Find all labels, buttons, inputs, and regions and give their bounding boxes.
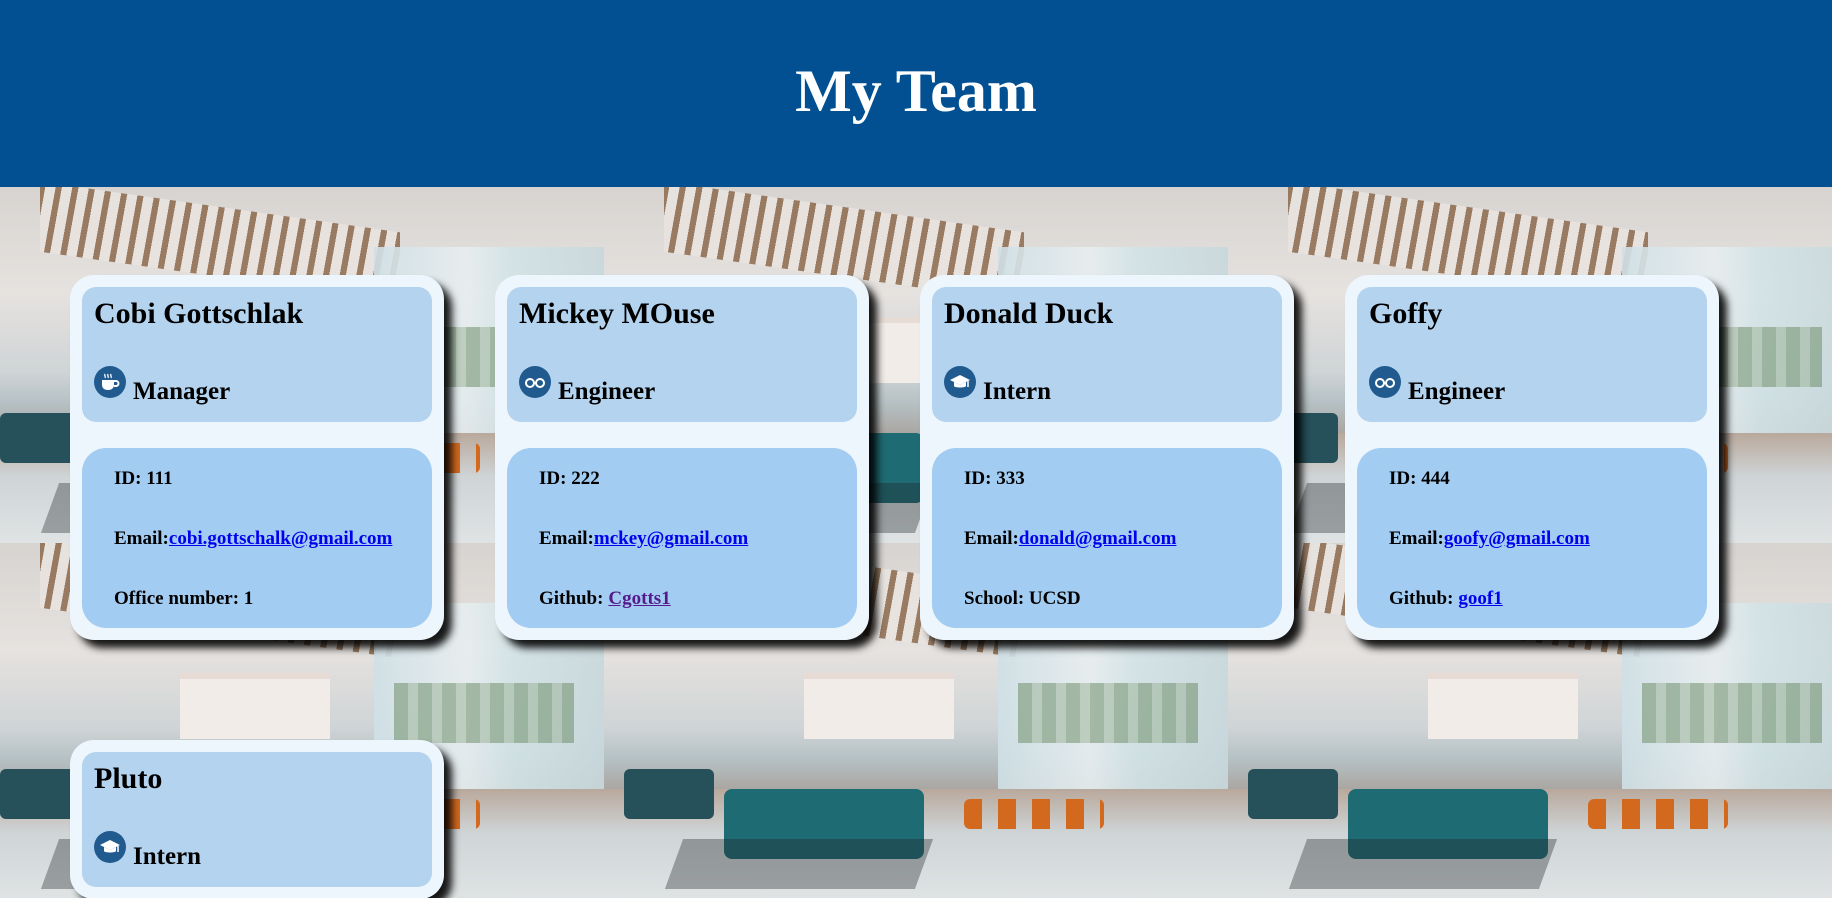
email-row: Email:donald@gmail.com	[964, 528, 1176, 550]
role-row: Engineer	[519, 366, 656, 405]
role-row: Intern	[94, 831, 202, 870]
card-header: Pluto Intern	[82, 752, 432, 887]
page-title: My Team	[795, 58, 1037, 124]
email-label: Email:	[114, 528, 169, 549]
email-row: Email:mckey@gmail.com	[539, 528, 748, 550]
employee-id: ID: 333	[964, 468, 1025, 489]
card-header: Mickey MOuse Engineer	[507, 287, 857, 422]
employee-role: Intern	[983, 378, 1052, 405]
email-link[interactable]: cobi.gottschalk@gmail.com	[169, 528, 393, 549]
glasses-icon	[519, 366, 551, 398]
github-link[interactable]: Cgotts1	[608, 588, 670, 609]
employee-name: Goffy	[1369, 297, 1443, 330]
employee-id: ID: 222	[539, 468, 600, 489]
github-link[interactable]: goof1	[1458, 588, 1502, 609]
employee-role: Engineer	[1408, 378, 1506, 405]
graduation-cap-icon	[944, 366, 976, 398]
employee-name: Pluto	[94, 762, 163, 795]
email-label: Email:	[1389, 528, 1444, 549]
card-details: ID: 444 Email:goofy@gmail.com Github: goo…	[1357, 448, 1707, 628]
role-row: Manager	[94, 366, 231, 405]
email-label: Email:	[539, 528, 594, 549]
email-link[interactable]: goofy@gmail.com	[1444, 528, 1590, 549]
employee-role: Manager	[133, 378, 231, 405]
card-header: Goffy Engineer	[1357, 287, 1707, 422]
employee-role: Engineer	[558, 378, 656, 405]
employee-role: Intern	[133, 843, 202, 870]
employee-card: Mickey MOuse Engineer ID: 222 Email:mcke…	[495, 275, 869, 640]
page-header: My Team	[0, 0, 1832, 187]
email-row: Email:goofy@gmail.com	[1389, 528, 1590, 550]
employee-name: Mickey MOuse	[519, 297, 715, 330]
github-row: Github: goof1	[1389, 588, 1503, 610]
github-row: Github: Cgotts1	[539, 588, 671, 610]
glasses-icon	[1369, 366, 1401, 398]
card-details: ID: 111 Email:cobi.gottschalk@gmail.com …	[82, 448, 432, 628]
employee-id: ID: 111	[114, 468, 173, 489]
github-label: Github:	[539, 588, 604, 609]
coffee-icon	[94, 366, 126, 398]
graduation-cap-icon	[94, 831, 126, 863]
card-details: ID: 333 Email:donald@gmail.com School: U…	[932, 448, 1282, 628]
employee-name: Cobi Gottschlak	[94, 297, 304, 330]
employee-card: Donald Duck Intern ID: 333 Email:donald@…	[920, 275, 1294, 640]
card-details: ID: 222 Email:mckey@gmail.com Github: Cgo…	[507, 448, 857, 628]
card-header: Cobi Gottschlak Manager	[82, 287, 432, 422]
role-row: Intern	[944, 366, 1052, 405]
employee-id: ID: 444	[1389, 468, 1450, 489]
school: School: UCSD	[964, 588, 1081, 609]
email-label: Email:	[964, 528, 1019, 549]
employee-name: Donald Duck	[944, 297, 1114, 330]
employee-card: Goffy Engineer ID: 444 Email:goofy@gmail…	[1345, 275, 1719, 640]
email-link[interactable]: mckey@gmail.com	[594, 528, 748, 549]
office-number: Office number: 1	[114, 588, 254, 609]
card-header: Donald Duck Intern	[932, 287, 1282, 422]
email-row: Email:cobi.gottschalk@gmail.com	[114, 528, 392, 550]
employee-card: Pluto Intern	[70, 740, 444, 898]
role-row: Engineer	[1369, 366, 1506, 405]
github-label: Github:	[1389, 588, 1454, 609]
team-area: Cobi Gottschlak Manager ID: 111 Email:co…	[0, 187, 1832, 898]
employee-card: Cobi Gottschlak Manager ID: 111 Email:co…	[70, 275, 444, 640]
email-link[interactable]: donald@gmail.com	[1019, 528, 1177, 549]
